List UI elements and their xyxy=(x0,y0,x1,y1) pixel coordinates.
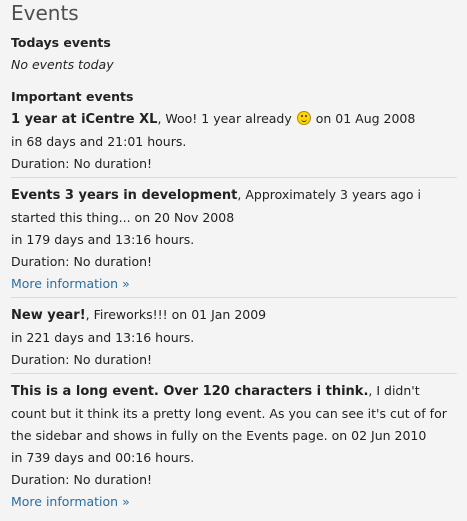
smiley-icon xyxy=(296,111,311,125)
events-panel: Events Todays events No events today Imp… xyxy=(0,0,467,521)
no-events-text: No events today xyxy=(11,57,114,72)
todays-events-section: Todays events No events today xyxy=(11,32,457,76)
event-item: Events 3 years in development, Approxima… xyxy=(11,184,457,298)
important-events-section: Important events 1 year at iCentre XL, W… xyxy=(11,86,457,515)
event-duration: Duration: No duration! xyxy=(11,472,153,487)
event-countdown: in 739 days and 00:16 hours. xyxy=(11,450,195,465)
more-information-link[interactable]: More information » xyxy=(11,276,130,291)
event-countdown: in 68 days and 21:01 hours. xyxy=(11,134,187,149)
event-countdown: in 179 days and 13:16 hours. xyxy=(11,232,195,247)
event-item: 1 year at iCentre XL, Woo! 1 year alread… xyxy=(11,108,457,178)
more-information-link[interactable]: More information » xyxy=(11,494,130,509)
page-title: Events xyxy=(11,1,79,25)
event-name: This is a long event. Over 120 character… xyxy=(11,384,369,399)
event-description: , Fireworks!!! on 01 Jan 2009 xyxy=(85,307,267,322)
event-summary: This is a long event. Over 120 character… xyxy=(11,380,457,447)
event-duration: Duration: No duration! xyxy=(11,352,153,367)
event-countdown: in 221 days and 13:16 hours. xyxy=(11,330,195,345)
event-description: , Woo! 1 year already xyxy=(157,111,292,126)
event-summary: New year!, Fireworks!!! on 01 Jan 2009 xyxy=(11,304,457,327)
event-date: on 01 Aug 2008 xyxy=(311,111,416,126)
event-name: New year! xyxy=(11,308,86,323)
event-name: 1 year at iCentre XL xyxy=(11,112,158,127)
event-summary: 1 year at iCentre XL, Woo! 1 year alread… xyxy=(11,108,457,131)
todays-events-heading: Todays events xyxy=(11,35,111,50)
event-item: This is a long event. Over 120 character… xyxy=(11,380,457,515)
event-duration: Duration: No duration! xyxy=(11,254,153,269)
event-name: Events 3 years in development xyxy=(11,188,238,203)
important-events-heading: Important events xyxy=(11,89,134,104)
event-summary: Events 3 years in development, Approxima… xyxy=(11,184,457,229)
event-duration: Duration: No duration! xyxy=(11,156,153,171)
event-item: New year!, Fireworks!!! on 01 Jan 2009 i… xyxy=(11,304,457,374)
